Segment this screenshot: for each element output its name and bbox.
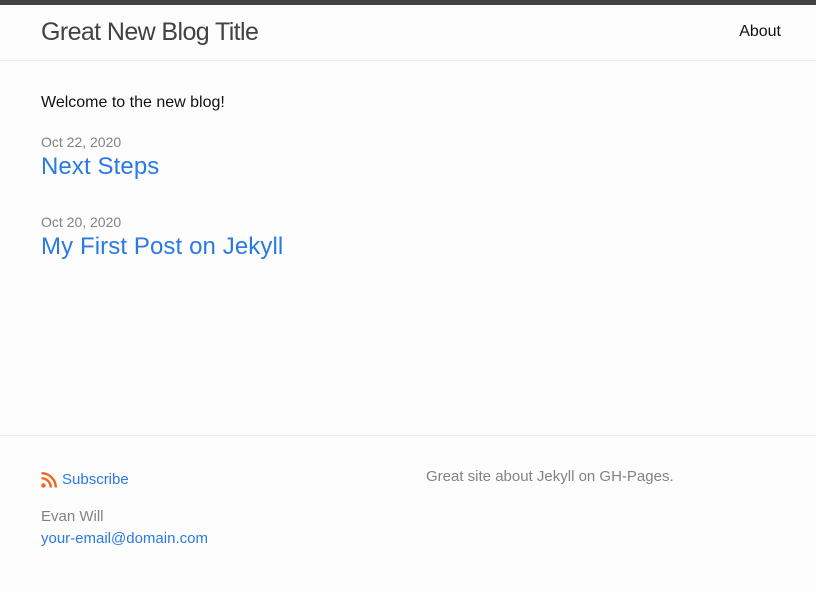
footer-contact-column: Subscribe Evan Will your-email@domain.co… <box>41 469 401 550</box>
post-title-link[interactable]: My First Post on Jekyll <box>41 232 776 262</box>
post-date: Oct 22, 2020 <box>41 134 122 150</box>
site-title-link[interactable]: Great New Blog Title <box>41 15 259 49</box>
nav-link-about[interactable]: About <box>739 21 781 43</box>
welcome-text: Welcome to the new blog! <box>41 94 225 111</box>
post-list: Oct 22, 2020 Next Steps Oct 20, 2020 My … <box>41 132 776 262</box>
post-list-item: Oct 22, 2020 Next Steps <box>41 132 776 182</box>
subscribe-row[interactable]: Subscribe <box>41 469 401 491</box>
post-date: Oct 20, 2020 <box>41 214 122 230</box>
page-content: Welcome to the new blog! Oct 22, 2020 Ne… <box>41 92 776 262</box>
post-title-link[interactable]: Next Steps <box>41 152 776 182</box>
site-header: Great New Blog Title About <box>0 5 816 61</box>
author-email-link[interactable]: your-email@domain.com <box>41 528 401 550</box>
site-description: Great site about Jekyll on GH-Pages. <box>426 468 674 485</box>
site-footer: Subscribe Evan Will your-email@domain.co… <box>0 435 816 592</box>
rss-icon[interactable] <box>41 472 57 488</box>
author-name: Evan Will <box>41 508 104 525</box>
subscribe-link[interactable]: Subscribe <box>62 469 129 491</box>
post-list-item: Oct 20, 2020 My First Post on Jekyll <box>41 212 776 262</box>
